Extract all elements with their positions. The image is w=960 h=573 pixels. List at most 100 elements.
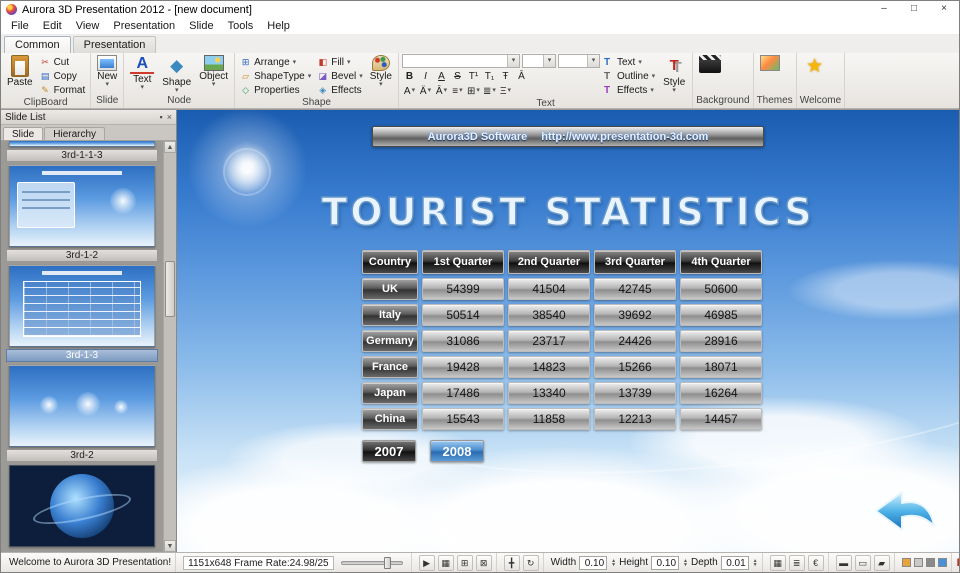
bevel-button[interactable]: ◪ Bevel ▾ bbox=[315, 70, 365, 83]
table-cell[interactable]: 13739 bbox=[594, 382, 676, 404]
menu-file[interactable]: File bbox=[4, 19, 36, 33]
axis-icon[interactable]: € bbox=[807, 554, 824, 571]
slide-label[interactable]: 3rd-1-2 bbox=[6, 249, 158, 262]
table-country-cell[interactable]: France bbox=[362, 356, 418, 378]
tab-common[interactable]: Common bbox=[4, 36, 71, 53]
depth-input[interactable]: 0.01 bbox=[720, 555, 749, 570]
table-cell[interactable]: 23717 bbox=[508, 330, 590, 352]
play-icon[interactable]: ▶ bbox=[418, 554, 435, 571]
timeline-slider[interactable] bbox=[340, 556, 403, 569]
statistics-table[interactable]: Country 1st Quarter 2nd Quarter 3rd Quar… bbox=[362, 250, 762, 430]
grid-icon[interactable]: ▦ bbox=[437, 554, 454, 571]
slider-thumb[interactable] bbox=[383, 556, 391, 569]
char-spacing-button[interactable]: Ā ▾ bbox=[434, 84, 449, 98]
menu-help[interactable]: Help bbox=[260, 19, 297, 33]
panel-close-icon[interactable]: × bbox=[167, 112, 172, 122]
table-cell[interactable]: 16264 bbox=[680, 382, 762, 404]
slide-thumbnail[interactable] bbox=[9, 365, 155, 447]
paste-button[interactable]: Paste bbox=[4, 54, 36, 89]
rotate-tool-icon[interactable]: ↻ bbox=[522, 554, 539, 571]
background-button[interactable] bbox=[696, 54, 724, 74]
text-direction-button[interactable]: Ŧ bbox=[498, 69, 513, 83]
color-swatch[interactable] bbox=[937, 558, 947, 567]
snap-icon[interactable]: ⊞ bbox=[456, 554, 473, 571]
render-mode-r1[interactable]: R bbox=[957, 557, 959, 569]
spin-down-icon[interactable]: ▼ bbox=[683, 562, 688, 567]
color-swatch[interactable] bbox=[901, 558, 911, 567]
table-cell[interactable]: 17486 bbox=[422, 382, 504, 404]
underline-button[interactable]: A bbox=[434, 69, 449, 83]
slide-thumbnail[interactable] bbox=[9, 265, 155, 347]
table-country-cell[interactable]: China bbox=[362, 408, 418, 430]
slide-thumbnail[interactable] bbox=[9, 165, 155, 247]
table-cell[interactable]: 54399 bbox=[422, 278, 504, 300]
welcome-button[interactable]: ★ bbox=[800, 54, 830, 78]
italic-button[interactable]: I bbox=[418, 69, 433, 83]
shape-style-button[interactable]: Style ▾ bbox=[367, 54, 395, 89]
panel-float-icon[interactable]: ▪ bbox=[160, 112, 163, 122]
slide-label[interactable]: 3rd-2 bbox=[6, 449, 158, 462]
tab-slide[interactable]: Slide bbox=[3, 127, 44, 140]
table-cell[interactable]: 11858 bbox=[508, 408, 590, 430]
slide-thumbnail[interactable] bbox=[9, 465, 155, 547]
table-cell[interactable]: 41504 bbox=[508, 278, 590, 300]
table-header[interactable]: 3rd Quarter bbox=[594, 250, 676, 274]
fill-button[interactable]: ◧ Fill ▾ bbox=[315, 56, 365, 69]
spin-down-icon[interactable]: ▼ bbox=[611, 562, 616, 567]
year-2007-button[interactable]: 2007 bbox=[362, 440, 416, 462]
table-country-cell[interactable]: UK bbox=[362, 278, 418, 300]
depth-spinner[interactable]: ▲ ▼ bbox=[753, 558, 758, 567]
texture-icon[interactable]: ▦ bbox=[769, 554, 786, 571]
table-cell[interactable]: 42745 bbox=[594, 278, 676, 300]
list-button[interactable]: Ξ ▾ bbox=[498, 84, 513, 98]
slide-thumbnail-partial[interactable] bbox=[9, 141, 155, 147]
table-cell[interactable]: 14823 bbox=[508, 356, 590, 378]
year-2008-button[interactable]: 2008 bbox=[430, 440, 484, 462]
slide-header-banner[interactable]: Aurora3D Software http://www.presentatio… bbox=[372, 126, 764, 147]
slide-list-scrollbar[interactable]: ▲ ▼ bbox=[163, 141, 176, 552]
scroll-down-icon[interactable]: ▼ bbox=[164, 540, 176, 552]
table-cell[interactable]: 46985 bbox=[680, 304, 762, 326]
table-country-cell[interactable]: Italy bbox=[362, 304, 418, 326]
shape-effects-button[interactable]: ◈ Effects bbox=[315, 84, 365, 97]
color-swatch[interactable] bbox=[913, 558, 923, 567]
table-cell[interactable]: 50600 bbox=[680, 278, 762, 300]
table-header[interactable]: 4th Quarter bbox=[680, 250, 762, 274]
minimize-button[interactable]: – bbox=[869, 1, 899, 18]
shapetype-button[interactable]: ▱ ShapeType ▾ bbox=[238, 70, 313, 83]
scrollbar-track[interactable] bbox=[164, 153, 176, 540]
format-button[interactable]: ✎ Format bbox=[38, 84, 88, 97]
arrange-button[interactable]: ⊞ Arrange ▾ bbox=[238, 56, 313, 69]
menu-tools[interactable]: Tools bbox=[221, 19, 261, 33]
width-spinner[interactable]: ▲ ▼ bbox=[611, 558, 616, 567]
text-fill-button[interactable]: T Text ▾ bbox=[602, 56, 657, 69]
text-outline-button[interactable]: T Outline ▾ bbox=[602, 70, 657, 83]
font-size-select[interactable]: ▾ bbox=[521, 54, 556, 68]
table-header[interactable]: 1st Quarter bbox=[422, 250, 504, 274]
menu-slide[interactable]: Slide bbox=[182, 19, 220, 33]
highlight-color-button[interactable]: Ä ▾ bbox=[418, 84, 433, 98]
themes-button[interactable] bbox=[757, 54, 783, 72]
height-input[interactable]: 0.10 bbox=[651, 555, 680, 570]
shape-node-button[interactable]: ◆ Shape ▾ bbox=[159, 54, 194, 95]
strikethrough-button[interactable]: S bbox=[450, 69, 465, 83]
superscript-button[interactable]: T¹ bbox=[466, 69, 481, 83]
tab-hierarchy[interactable]: Hierarchy bbox=[44, 127, 106, 140]
bold-button[interactable]: B bbox=[402, 69, 417, 83]
align-button[interactable]: ≡ ▾ bbox=[450, 84, 465, 98]
table-cell[interactable]: 39692 bbox=[594, 304, 676, 326]
slide-label-selected[interactable]: 3rd-1-3 bbox=[6, 349, 158, 362]
text-node-button[interactable]: A Text ▾ bbox=[127, 54, 157, 92]
table-cell[interactable]: 15266 bbox=[594, 356, 676, 378]
table-country-cell[interactable]: Japan bbox=[362, 382, 418, 404]
tab-presentation[interactable]: Presentation bbox=[72, 36, 157, 53]
table-cell[interactable]: 50514 bbox=[422, 304, 504, 326]
text-effects-button[interactable]: T Effects ▾ bbox=[602, 84, 657, 97]
text-style-button[interactable]: T Style ▾ bbox=[659, 54, 689, 95]
table-cell[interactable]: 15543 bbox=[422, 408, 504, 430]
font-color-button[interactable]: A ▾ bbox=[402, 84, 417, 98]
table-cell[interactable]: 14457 bbox=[680, 408, 762, 430]
align-half-icon[interactable]: ▰ bbox=[873, 554, 890, 571]
color-swatch[interactable] bbox=[925, 558, 935, 567]
menu-view[interactable]: View bbox=[69, 19, 107, 33]
